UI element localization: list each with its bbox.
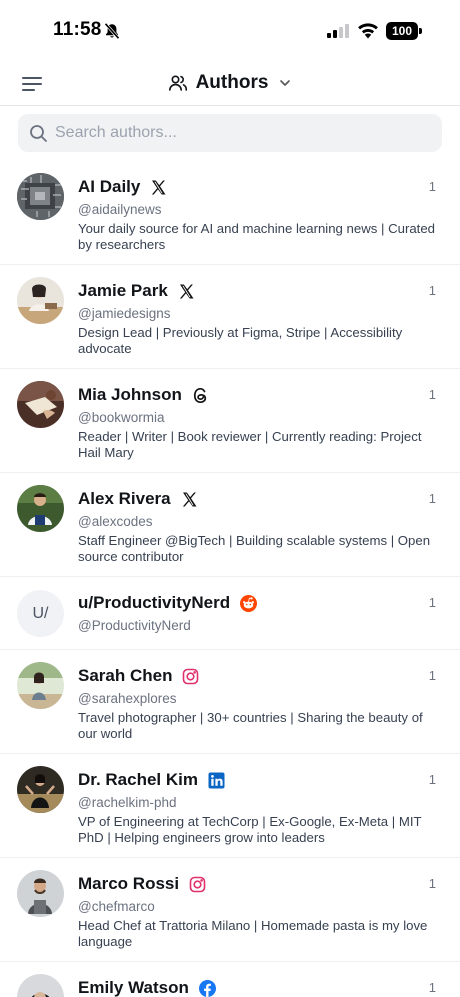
avatar xyxy=(17,485,64,532)
x-icon xyxy=(179,284,194,298)
post-count: 1 xyxy=(428,491,436,506)
instagram-icon xyxy=(183,668,199,684)
search-input[interactable] xyxy=(55,124,415,142)
author-name: Jamie Park xyxy=(78,281,168,300)
author-name: Marco Rossi xyxy=(78,874,180,893)
battery-icon: 100 xyxy=(386,22,422,40)
author-name: Sarah Chen xyxy=(78,666,173,685)
author-handle: @aidailynews xyxy=(78,202,162,217)
users-icon xyxy=(168,75,187,91)
author-handle: @jamiedesigns xyxy=(78,306,171,321)
author-handle: @ProductivityNerd xyxy=(78,618,191,633)
author-row[interactable]: Dr. Rachel Kim 1 @rachelkim-phd VP of En… xyxy=(0,754,460,858)
status-time: 11:58 xyxy=(53,19,102,40)
author-name: Alex Rivera xyxy=(78,489,171,508)
avatar xyxy=(17,974,64,997)
post-count: 1 xyxy=(428,668,436,683)
author-bio: Design Lead | Previously at Figma, Strip… xyxy=(78,325,403,356)
avatar xyxy=(17,173,64,220)
author-bio: VP of Engineering at TechCorp | Ex-Googl… xyxy=(78,814,422,845)
author-name: Dr. Rachel Kim xyxy=(78,770,198,789)
author-row[interactable]: Sarah Chen 1 @sarahexplores Travel photo… xyxy=(0,650,460,754)
author-name: Mia Johnson xyxy=(78,385,182,404)
post-count: 1 xyxy=(428,387,436,402)
chevron-down-icon xyxy=(280,80,291,86)
avatar xyxy=(17,662,64,709)
author-row[interactable]: Emily Watson 1 xyxy=(0,962,460,997)
avatar xyxy=(17,381,64,428)
post-count: 1 xyxy=(428,283,436,298)
instagram-icon xyxy=(189,876,206,892)
linkedin-icon xyxy=(208,772,225,788)
author-row[interactable]: Marco Rossi 1 @chefmarco Head Chef at Tr… xyxy=(0,858,460,962)
author-row[interactable]: Jamie Park 1 @jamiedesigns Design Lead |… xyxy=(0,265,460,369)
avatar xyxy=(17,870,64,917)
post-count: 1 xyxy=(428,595,436,610)
author-handle: @sarahexplores xyxy=(78,691,177,706)
author-row[interactable]: AI Daily 1 @aidailynews Your daily sourc… xyxy=(0,161,460,265)
wifi-icon xyxy=(358,23,378,39)
author-bio: Head Chef at Trattoria Milano | Homemade… xyxy=(78,918,428,949)
bell-off-icon xyxy=(104,22,120,40)
post-count: 1 xyxy=(428,876,436,891)
search-icon xyxy=(30,124,47,142)
avatar xyxy=(17,766,64,813)
threads-icon xyxy=(193,387,207,403)
author-name: u/ProductivityNerd xyxy=(78,593,231,612)
author-handle: @rachelkim-phd xyxy=(78,795,177,810)
battery-level: 100 xyxy=(386,22,418,40)
facebook-icon xyxy=(198,979,216,997)
author-handle: @bookwormia xyxy=(78,410,165,425)
post-count: 1 xyxy=(428,980,436,995)
x-icon xyxy=(152,180,166,194)
author-bio: Reader | Writer | Book reviewer | Curren… xyxy=(78,429,422,460)
author-bio: Travel photographer | 30+ countries | Sh… xyxy=(78,710,423,741)
search-bar xyxy=(18,114,442,152)
author-name: AI Daily xyxy=(78,177,141,196)
status-bar: 11:58 100 xyxy=(0,0,460,62)
post-count: 1 xyxy=(428,772,436,787)
avatar-initials: U/ xyxy=(17,590,64,637)
reddit-icon xyxy=(240,594,258,612)
x-icon xyxy=(182,492,197,506)
author-row[interactable]: U/ u/ProductivityNerd 1 @ProductivityNer… xyxy=(0,577,460,650)
author-bio: Staff Engineer @BigTech | Building scala… xyxy=(78,533,431,564)
page-title: Authors xyxy=(195,72,269,93)
author-row[interactable]: Alex Rivera 1 @alexcodes Staff Engineer … xyxy=(0,473,460,577)
author-handle: @alexcodes xyxy=(78,514,153,529)
author-name: Emily Watson xyxy=(78,978,189,997)
signal-icon xyxy=(327,24,349,38)
author-handle: @chefmarco xyxy=(78,899,155,914)
post-count: 1 xyxy=(428,179,436,194)
author-row[interactable]: Mia Johnson 1 @bookwormia Reader | Write… xyxy=(0,369,460,473)
authors-dropdown[interactable]: Authors xyxy=(0,72,460,94)
app-header: Authors xyxy=(0,62,460,106)
avatar xyxy=(17,277,64,324)
author-bio: Your daily source for AI and machine lea… xyxy=(78,221,436,252)
